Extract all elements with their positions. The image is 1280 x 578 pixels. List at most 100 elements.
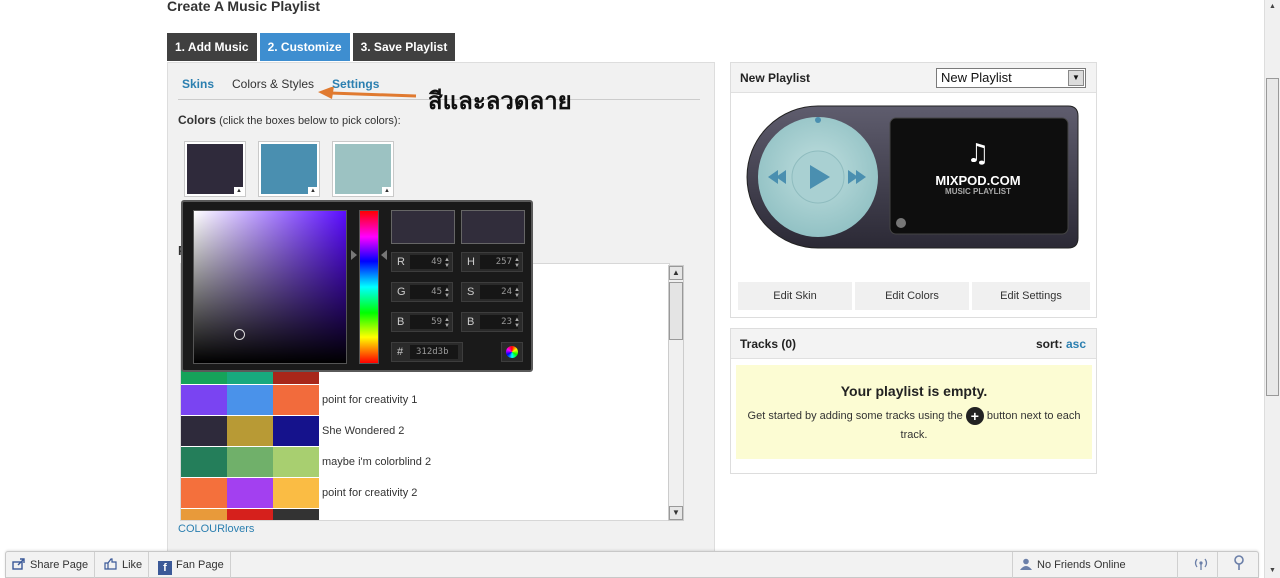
sort-asc-link[interactable]: asc: [1066, 337, 1086, 351]
green-value[interactable]: 45: [410, 285, 448, 299]
stepper-icon[interactable]: ▲ ▼: [514, 317, 520, 329]
colors-label-hint: (click the boxes below to pick colors):: [219, 115, 401, 127]
subtab-colors-styles[interactable]: Colors & Styles: [232, 77, 314, 91]
thumbs-up-icon: [104, 558, 117, 570]
page-title: Create A Music Playlist: [167, 0, 321, 14]
brightness-field[interactable]: B 23 ▲ ▼: [461, 312, 523, 332]
location-pin-icon: [1234, 555, 1244, 570]
step-save-playlist[interactable]: 3. Save Playlist: [352, 33, 456, 61]
palette-row[interactable]: point for creativity 2: [181, 478, 417, 508]
share-icon: [12, 558, 25, 570]
saturation-field[interactable]: S 24 ▲ ▼: [461, 282, 523, 302]
color-swatch-1[interactable]: ▲: [184, 141, 246, 197]
brightness-label: B: [467, 316, 475, 328]
red-value[interactable]: 49: [410, 255, 448, 269]
info-icon[interactable]: [896, 218, 906, 228]
annotation-arrow-icon: [318, 87, 417, 99]
hue-value[interactable]: 257: [480, 255, 518, 269]
help-button[interactable]: [1222, 552, 1256, 578]
player-indicator: [815, 117, 821, 123]
palette-color: [181, 416, 227, 446]
blue-field[interactable]: B 59 ▲ ▼: [391, 312, 453, 332]
stepper-icon[interactable]: ▲ ▼: [444, 317, 450, 329]
player-preview: ♫ MIXPOD.COM MUSIC PLAYLIST: [746, 105, 1079, 249]
like-button[interactable]: Like: [98, 552, 150, 578]
edit-settings-button[interactable]: Edit Settings: [972, 282, 1090, 310]
green-field[interactable]: G 45 ▲ ▼: [391, 282, 453, 302]
hex-label: #: [397, 346, 404, 358]
scroll-down-icon[interactable]: ▼: [1265, 564, 1280, 578]
colourlovers-link[interactable]: COLOURlovers: [178, 523, 254, 535]
edit-skin-button[interactable]: Edit Skin: [738, 282, 852, 310]
colors-label-title: Colors: [178, 113, 217, 127]
playlist-select[interactable]: New Playlist ▼: [936, 68, 1086, 88]
swatch-arrow-icon: ▲: [234, 187, 244, 195]
palette-color: [273, 447, 319, 477]
like-label: Like: [122, 559, 143, 571]
music-note-icon: ♫: [966, 139, 989, 169]
step-customize[interactable]: 2. Customize: [259, 33, 350, 61]
playlist-header: New Playlist New Playlist ▼: [731, 63, 1096, 93]
hue-field[interactable]: H 257 ▲ ▼: [461, 252, 523, 272]
swatch-arrow-icon: ▲: [308, 187, 318, 195]
chevron-down-icon[interactable]: ▼: [1068, 70, 1084, 86]
color-wheel-button[interactable]: [501, 342, 523, 362]
facebook-icon: f: [158, 561, 172, 575]
broadcast-button[interactable]: [1184, 552, 1218, 578]
palette-scrollbar[interactable]: ▲ ▼: [668, 265, 684, 521]
hex-field[interactable]: # 312d3b: [391, 342, 463, 362]
brightness-value[interactable]: 23: [480, 315, 518, 329]
palette-color: [273, 509, 319, 520]
stepper-icon[interactable]: ▲ ▼: [444, 287, 450, 299]
sort-label: sort:: [1035, 337, 1063, 351]
scroll-down-icon[interactable]: ▼: [669, 506, 683, 520]
scroll-up-icon[interactable]: ▲: [1265, 0, 1280, 14]
palette-row[interactable]: point for creativity 1: [181, 385, 417, 415]
picker-cursor[interactable]: [234, 329, 245, 340]
palette-color: [227, 385, 273, 415]
window-scrollbar[interactable]: ▲ ▼: [1264, 0, 1280, 578]
edit-buttons: Edit Skin Edit Colors Edit Settings: [738, 282, 1090, 310]
palette-row[interactable]: She Wondered 2: [181, 416, 404, 446]
saturation-value[interactable]: 24: [480, 285, 518, 299]
stepper-icon[interactable]: ▲ ▼: [514, 257, 520, 269]
scroll-thumb[interactable]: [669, 282, 683, 340]
palette-row[interactable]: [181, 509, 319, 520]
hue-slider[interactable]: [359, 210, 379, 364]
broadcast-icon: [1194, 558, 1207, 570]
step-tabs: 1. Add Music 2. Customize 3. Save Playli…: [167, 33, 456, 61]
stepper-icon[interactable]: ▲ ▼: [514, 287, 520, 299]
colors-label: Colors (click the boxes below to pick co…: [178, 113, 401, 127]
palette-name: maybe i'm colorblind 2: [322, 456, 432, 468]
palette-color: [227, 509, 273, 520]
tracks-title: Tracks (0): [740, 337, 797, 351]
green-label: G: [397, 286, 406, 298]
red-field[interactable]: R 49 ▲ ▼: [391, 252, 453, 272]
subtab-skins[interactable]: Skins: [182, 77, 214, 91]
saturation-value-area[interactable]: [193, 210, 347, 364]
scroll-up-icon[interactable]: ▲: [669, 266, 683, 280]
stepper-icon[interactable]: ▲ ▼: [444, 257, 450, 269]
fan-page-button[interactable]: f Fan Page: [152, 552, 231, 578]
fan-page-label: Fan Page: [176, 559, 224, 571]
step-add-music[interactable]: 1. Add Music: [167, 33, 257, 61]
edit-colors-button[interactable]: Edit Colors: [855, 282, 969, 310]
saturation-label: S: [467, 286, 475, 298]
hex-value[interactable]: 312d3b: [410, 345, 458, 359]
palette-color: [273, 416, 319, 446]
color-swatch-3[interactable]: ▲: [332, 141, 394, 197]
window-scroll-thumb[interactable]: [1266, 78, 1279, 396]
sort-control: sort: asc: [1036, 337, 1086, 351]
share-page-button[interactable]: Share Page: [6, 552, 96, 578]
palette-color: [227, 416, 273, 446]
player-subtitle: MUSIC PLAYLIST: [945, 187, 1011, 196]
friends-online-label: No Friends Online: [1037, 559, 1126, 571]
palette-row[interactable]: maybe i'm colorblind 2: [181, 447, 431, 477]
color-swatch-2[interactable]: ▲: [258, 141, 320, 197]
player-brand: MIXPOD.COM: [935, 173, 1020, 188]
share-page-label: Share Page: [30, 559, 89, 571]
friends-online-button[interactable]: No Friends Online: [1012, 552, 1178, 578]
tracks-header: Tracks (0) sort: asc: [731, 329, 1096, 359]
blue-value[interactable]: 59: [410, 315, 448, 329]
tracks-panel: Tracks (0) sort: asc Your playlist is em…: [730, 328, 1097, 474]
